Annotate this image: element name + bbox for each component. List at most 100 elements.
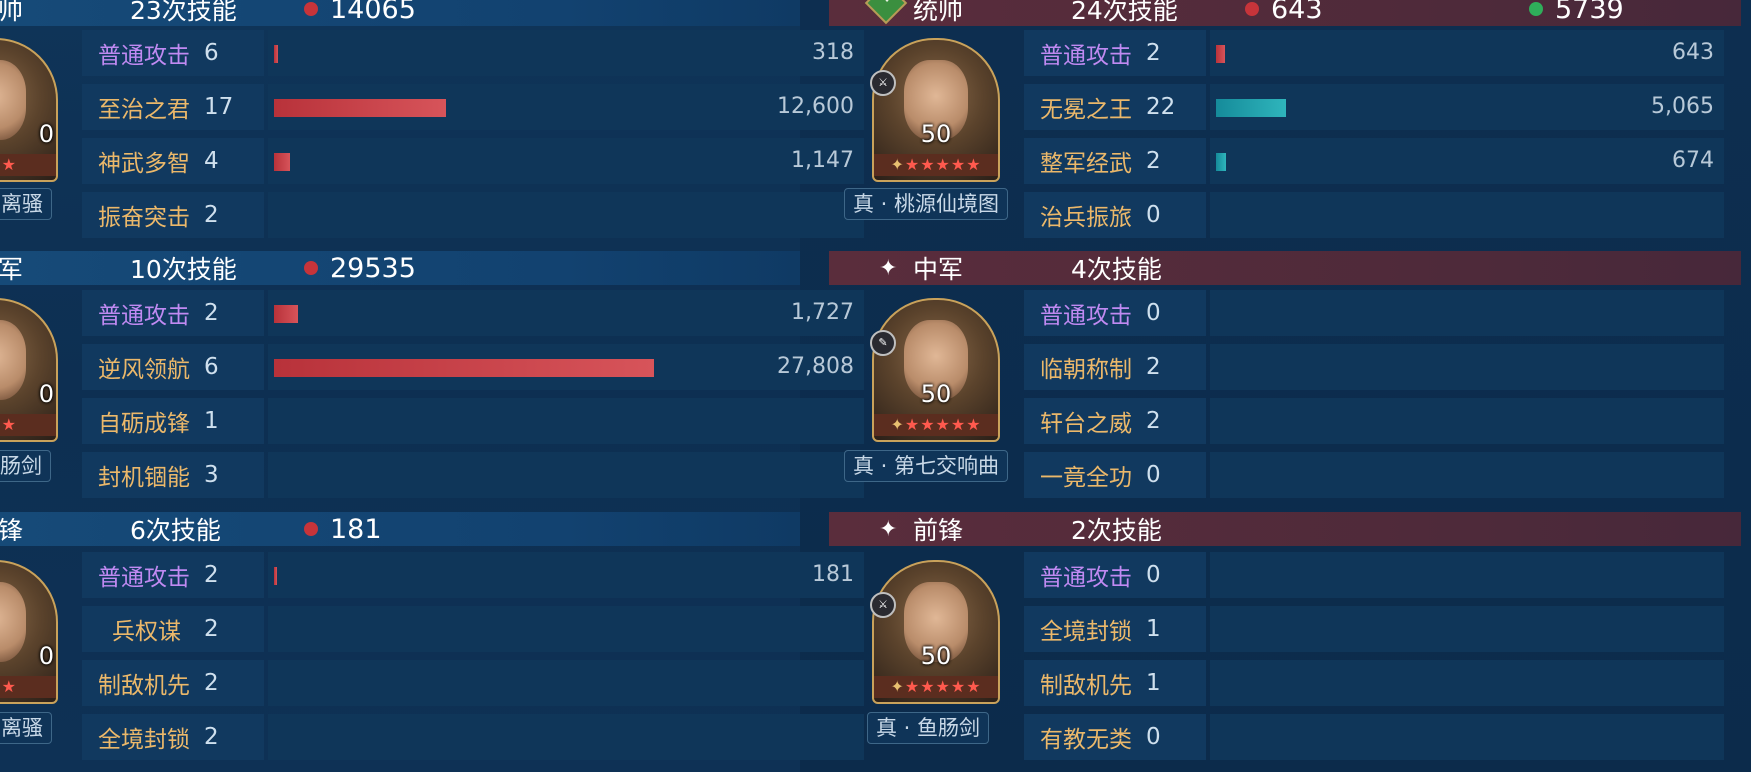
skill-count: 3 bbox=[204, 462, 219, 488]
role-label: 锋 bbox=[0, 516, 24, 545]
damage-bar-track: 1,147 bbox=[268, 138, 864, 184]
skill-name-cell: 治兵振旅 0 bbox=[1024, 192, 1206, 238]
left-team-panel: 帅 23次技能 14065 0 ★★★ 离骚 普通攻击6 318 至治之君17 … bbox=[0, 0, 864, 772]
damage-bar-track: 1,727 bbox=[268, 290, 864, 336]
right-section-3-header: ✦ 前锋 2次技能 bbox=[829, 512, 1741, 546]
damage-total: 181 bbox=[330, 513, 382, 545]
hero-portrait[interactable]: 0 ★★★ bbox=[0, 298, 58, 442]
skill-name-cell: 封机锢能 3 bbox=[82, 452, 264, 498]
skill-name: 临朝称制 bbox=[1040, 357, 1132, 383]
skill-name: 至治之君 bbox=[98, 97, 190, 123]
hero-level: 50 bbox=[920, 120, 952, 148]
skill-count: 0 bbox=[1146, 724, 1161, 750]
damage-bar bbox=[1216, 99, 1286, 117]
skill-name: 制敌机先 bbox=[1040, 673, 1132, 699]
damage-bar bbox=[1216, 45, 1225, 63]
damage-bar bbox=[274, 45, 278, 63]
heal-total: 5739 bbox=[1555, 0, 1624, 25]
damage-bar bbox=[274, 99, 446, 117]
hero-portrait[interactable]: 0 ★★★ bbox=[0, 38, 58, 182]
hero-portrait[interactable]: ⚔ 50 ✦★★★★★ bbox=[870, 560, 1000, 704]
skill-count: 23次技能 bbox=[130, 0, 237, 25]
hero-portrait[interactable]: ⚔ 50 ✦★★★★★ bbox=[870, 38, 1000, 182]
damage-bar-track bbox=[1210, 192, 1724, 238]
skill-name: 神武多智 bbox=[98, 151, 190, 177]
equipment-tag[interactable]: 真 · 第七交响曲 bbox=[844, 450, 1009, 482]
star-rating: ✦★★★★★ bbox=[874, 676, 998, 698]
damage-bar-track bbox=[1210, 452, 1724, 498]
left-section-2-header: 军 10次技能 29535 bbox=[0, 251, 800, 285]
skill-count: 17 bbox=[204, 94, 234, 120]
skill-name: 全境封锁 bbox=[98, 727, 190, 753]
skill-name-cell: 制敌机先 1 bbox=[1024, 660, 1206, 706]
skill-name: 有教无类 bbox=[1040, 727, 1132, 753]
skill-count: 2 bbox=[1146, 148, 1161, 174]
left-section-3-header: 锋 6次技能 181 bbox=[0, 512, 800, 546]
skill-count: 0 bbox=[1146, 562, 1161, 588]
equipment-tag: 鱼肠剑 bbox=[0, 450, 51, 482]
skill-name: 普通攻击 bbox=[1040, 303, 1132, 329]
left-section-1-header: 帅 23次技能 14065 bbox=[0, 0, 800, 26]
damage-bar-track: 5,065 bbox=[1210, 84, 1724, 130]
damage-bar-track: 12,600 bbox=[268, 84, 864, 130]
skill-name-cell: 普通攻击 0 bbox=[1024, 290, 1206, 336]
skill-count: 10次技能 bbox=[130, 255, 237, 284]
skill-name: 逆风领航 bbox=[98, 357, 190, 383]
damage-bar-track: 318 bbox=[268, 30, 864, 76]
star-rating: ✦★★★★★ bbox=[874, 154, 998, 176]
skill-name-cell: 制敌机先 2 bbox=[82, 660, 264, 706]
damage-bar bbox=[1216, 153, 1226, 171]
skill-name: 普通攻击 bbox=[98, 565, 190, 591]
hero-portrait[interactable]: 0 ★★★ bbox=[0, 560, 58, 704]
skill-count: 2 bbox=[204, 300, 219, 326]
damage-bar-track bbox=[1210, 606, 1724, 652]
damage-total: 14065 bbox=[330, 0, 416, 25]
skill-name: 自砺成锋 bbox=[98, 411, 190, 437]
skill-name: 封机锢能 bbox=[98, 465, 190, 491]
skill-name-cell: 自砺成锋 1 bbox=[82, 398, 264, 444]
damage-total: 643 bbox=[1271, 0, 1323, 25]
skill-name: 普通攻击 bbox=[1040, 43, 1132, 69]
skill-name: 治兵振旅 bbox=[1040, 205, 1132, 231]
skill-name-cell: 普通攻击 2 bbox=[82, 552, 264, 598]
right-team-panel: ♥ 统帅 24次技能 643 5739 ⚔ 50 ✦★★★★★ 真 · 桃源仙境… bbox=[829, 0, 1741, 772]
equipment-tag[interactable]: 真 · 桃源仙境图 bbox=[844, 188, 1009, 220]
damage-bar-track: 674 bbox=[1210, 138, 1724, 184]
damage-dot-icon bbox=[304, 2, 318, 16]
skill-count: 2次技能 bbox=[1071, 516, 1162, 545]
skill-name-cell: 整军经武 2 bbox=[1024, 138, 1206, 184]
skill-name: 制敌机先 bbox=[98, 673, 190, 699]
skill-name: 兵权谋 bbox=[112, 619, 181, 645]
skill-name-cell: 普通攻击 0 bbox=[1024, 552, 1206, 598]
role-label: 军 bbox=[0, 255, 24, 284]
skill-name-cell: 轩台之威 2 bbox=[1024, 398, 1206, 444]
skill-name: 整军经武 bbox=[1040, 151, 1132, 177]
star-rating: ★★★ bbox=[0, 414, 56, 436]
damage-total: 29535 bbox=[330, 252, 416, 284]
hero-level: 0 bbox=[38, 120, 54, 148]
skill-name: 轩台之威 bbox=[1040, 411, 1132, 437]
equipment-tag[interactable]: 真 · 鱼肠剑 bbox=[867, 712, 990, 744]
skill-count: 0 bbox=[1146, 300, 1161, 326]
damage-value: 674 bbox=[1672, 148, 1714, 173]
damage-bar bbox=[274, 153, 290, 171]
skill-count: 1 bbox=[204, 408, 219, 434]
skill-count: 2 bbox=[204, 616, 219, 642]
damage-bar-track bbox=[1210, 552, 1724, 598]
hero-level: 50 bbox=[920, 380, 952, 408]
heal-dot-icon bbox=[1529, 2, 1543, 16]
skill-name: 普通攻击 bbox=[98, 303, 190, 329]
role-label: 帅 bbox=[0, 0, 24, 25]
damage-bar-track bbox=[268, 398, 864, 444]
equipment-tag: 离骚 bbox=[0, 188, 52, 220]
right-section-1-header: ♥ 统帅 24次技能 643 5739 bbox=[829, 0, 1741, 26]
skill-name-cell: 神武多智 4 bbox=[82, 138, 264, 184]
skill-name-cell: 全境封锁 1 bbox=[1024, 606, 1206, 652]
skill-name-cell: 普通攻击 6 bbox=[82, 30, 264, 76]
hero-level: 0 bbox=[38, 380, 54, 408]
troop-type-icon: ⚔ bbox=[870, 592, 896, 618]
skill-count: 4次技能 bbox=[1071, 255, 1162, 284]
hero-portrait[interactable]: ✎ 50 ✦★★★★★ bbox=[870, 298, 1000, 442]
skill-count: 6次技能 bbox=[130, 516, 221, 545]
skill-count: 2 bbox=[204, 202, 219, 228]
